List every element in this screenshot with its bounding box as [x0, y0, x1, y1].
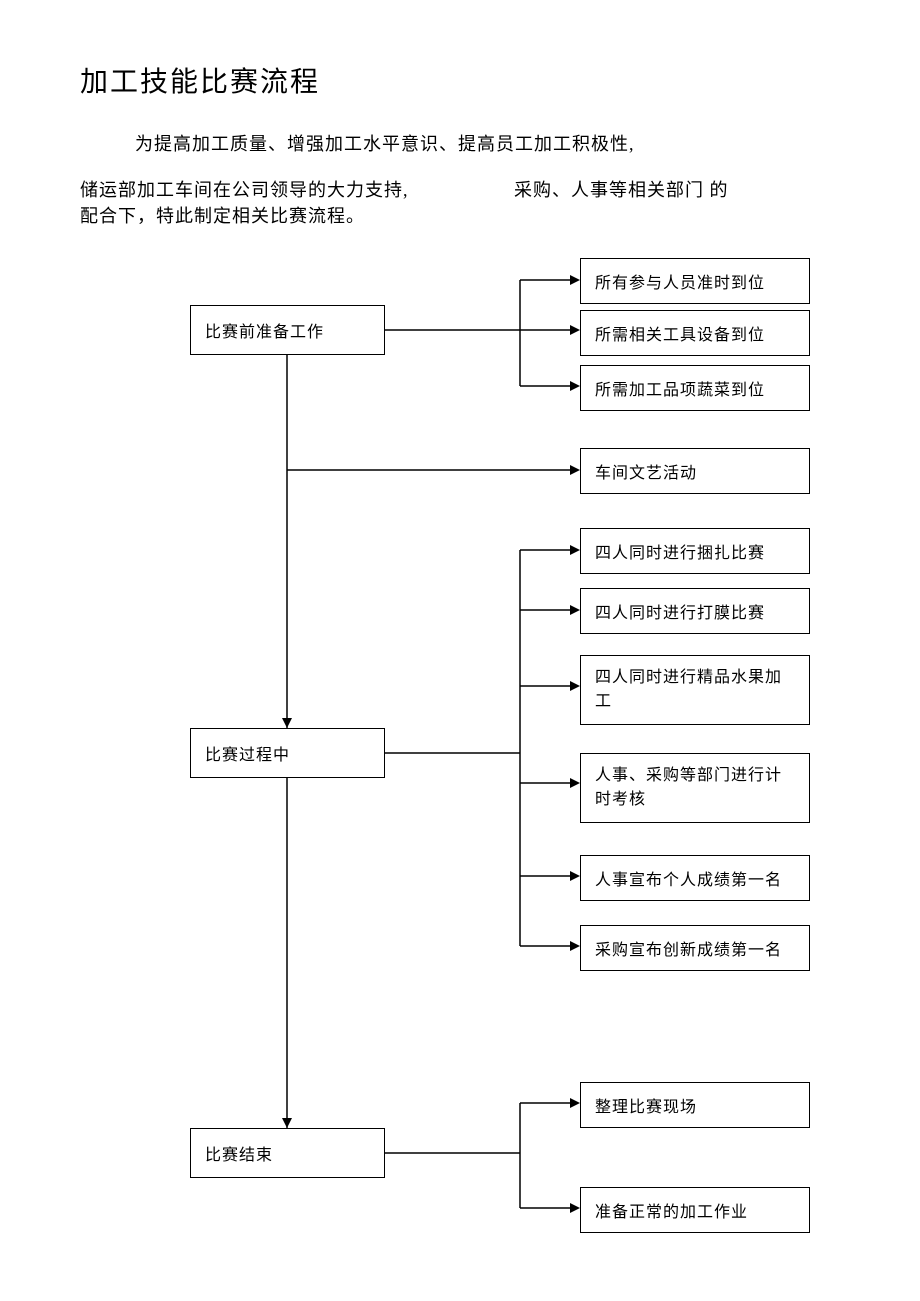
page-title: 加工技能比赛流程 — [80, 60, 840, 100]
during-item-6: 采购宣布创新成绩第一名 — [580, 925, 810, 971]
stage-during-box: 比赛过程中 — [190, 728, 385, 778]
intro-2a: 储运部加工车间在公司领导的大力支持, — [80, 176, 409, 202]
stage-prep-box: 比赛前准备工作 — [190, 305, 385, 355]
during-item-1: 四人同时进行捆扎比赛 — [580, 528, 810, 574]
activity-item-1: 车间文艺活动 — [580, 448, 810, 494]
during-item-3: 四人同时进行精品水果加工 — [580, 655, 810, 725]
flowchart-diagram: 比赛前准备工作 比赛过程中 比赛结束 所有参与人员准时到位 所需相关工具设备到位… — [80, 258, 840, 1258]
prep-item-2: 所需相关工具设备到位 — [580, 310, 810, 356]
prep-item-1: 所有参与人员准时到位 — [580, 258, 810, 304]
intro-2b: 采购、人事等相关部门 的 — [514, 176, 729, 202]
during-item-4: 人事、采购等部门进行计时考核 — [580, 753, 810, 823]
during-item-5: 人事宣布个人成绩第一名 — [580, 855, 810, 901]
intro-line-1: 为提高加工质量、增强加工水平意识、提高员工加工积极性, — [135, 130, 840, 156]
end-item-2: 准备正常的加工作业 — [580, 1187, 810, 1233]
prep-item-3: 所需加工品项蔬菜到位 — [580, 365, 810, 411]
intro-2c: 配合下，特此制定相关比赛流程。 — [80, 206, 365, 226]
stage-end-box: 比赛结束 — [190, 1128, 385, 1178]
end-item-1: 整理比赛现场 — [580, 1082, 810, 1128]
during-item-2: 四人同时进行打膜比赛 — [580, 588, 810, 634]
intro-line-2: 储运部加工车间在公司领导的大力支持, 采购、人事等相关部门 的 配合下，特此制定… — [80, 176, 840, 228]
